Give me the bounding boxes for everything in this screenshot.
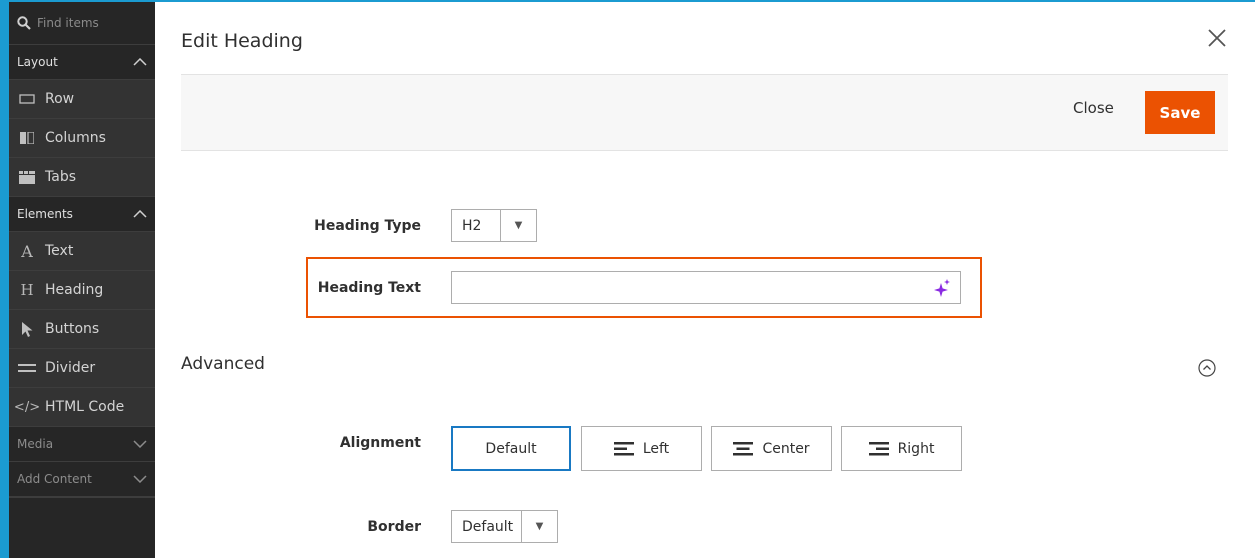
sidebar-item-label: Divider (45, 360, 96, 376)
search-icon (17, 16, 31, 30)
dropdown-arrow-icon: ▼ (500, 210, 536, 241)
sidebar-section-label: Media (17, 437, 54, 451)
align-right-icon (868, 441, 889, 455)
builder-sidebar: Find items Layout Row Columns Tabs Eleme… (0, 0, 155, 558)
sidebar-item-label: Text (45, 243, 74, 259)
close-button[interactable]: Close (1073, 99, 1114, 117)
sidebar-section-label: Add Content (17, 472, 92, 486)
sidebar-item-label: HTML Code (45, 399, 125, 415)
sidebar-item-buttons[interactable]: Buttons (9, 310, 155, 349)
heading-type-label: Heading Type (314, 218, 421, 234)
row-icon (17, 94, 37, 104)
border-select[interactable]: Default ▼ (451, 510, 558, 543)
code-icon: </> (13, 399, 41, 415)
sidebar-section-add-content[interactable]: Add Content (9, 462, 155, 497)
sidebar-search-placeholder: Find items (37, 16, 99, 30)
heading-type-select[interactable]: H2 ▼ (451, 209, 537, 242)
align-left-icon (613, 441, 634, 455)
dropdown-arrow-icon: ▼ (521, 511, 557, 542)
divider-icon (17, 364, 37, 372)
chevron-up-icon (133, 210, 147, 218)
heading-text-label: Heading Text (317, 280, 421, 296)
advanced-section-title: Advanced (181, 354, 265, 374)
alignment-default-button[interactable]: Default (451, 426, 571, 471)
heading-icon: H (20, 281, 34, 299)
sidebar-section-layout[interactable]: Layout (9, 45, 155, 80)
alignment-right-button[interactable]: Right (841, 426, 962, 471)
border-value: Default (462, 518, 514, 535)
sidebar-search[interactable]: Find items (9, 2, 155, 45)
sidebar-section-label: Elements (17, 207, 73, 221)
chevron-down-icon (133, 440, 147, 448)
sidebar-section-elements[interactable]: Elements (9, 197, 155, 232)
alignment-option-label: Right (897, 440, 935, 457)
columns-icon (17, 132, 37, 144)
close-icon[interactable] (1205, 26, 1229, 50)
save-button[interactable]: Save (1145, 91, 1215, 134)
sparkle-icon[interactable] (934, 279, 950, 297)
sidebar-item-columns[interactable]: Columns (9, 119, 155, 158)
sidebar-item-heading[interactable]: H Heading (9, 271, 155, 310)
border-label: Border (367, 519, 421, 535)
tabs-icon (17, 170, 37, 184)
alignment-option-label: Default (485, 440, 537, 457)
sidebar-empty-area (9, 497, 155, 558)
sidebar-item-label: Buttons (45, 321, 100, 337)
alignment-option-label: Left (642, 440, 670, 457)
sidebar-item-label: Tabs (45, 169, 76, 185)
sidebar-item-row[interactable]: Row (9, 80, 155, 119)
sidebar-item-divider[interactable]: Divider (9, 349, 155, 388)
sidebar-item-label: Row (45, 91, 75, 107)
chevron-up-icon (133, 58, 147, 66)
heading-type-value: H2 (462, 217, 482, 234)
alignment-left-button[interactable]: Left (581, 426, 702, 471)
edit-heading-modal: Edit Heading Close Save Heading Type H2 … (155, 0, 1255, 558)
collapse-chevron-icon[interactable] (1198, 359, 1216, 377)
pointer-icon (17, 321, 37, 337)
sidebar-item-label: Heading (45, 282, 104, 298)
sidebar-section-label: Layout (17, 55, 58, 69)
sidebar-item-html-code[interactable]: </> HTML Code (9, 388, 155, 427)
modal-actions-bar: Close Save (181, 74, 1228, 151)
sidebar-item-text[interactable]: A Text (9, 232, 155, 271)
chevron-down-icon (133, 475, 147, 483)
sidebar-item-label: Columns (45, 130, 106, 146)
text-icon: A (21, 241, 33, 261)
alignment-center-button[interactable]: Center (711, 426, 832, 471)
alignment-label: Alignment (339, 435, 421, 451)
align-center-icon (733, 441, 754, 455)
modal-title: Edit Heading (181, 30, 303, 52)
alignment-option-label: Center (762, 440, 810, 457)
sidebar-section-media[interactable]: Media (9, 427, 155, 462)
sidebar-item-tabs[interactable]: Tabs (9, 158, 155, 197)
heading-text-input[interactable] (452, 272, 960, 303)
heading-text-field[interactable] (451, 271, 961, 304)
